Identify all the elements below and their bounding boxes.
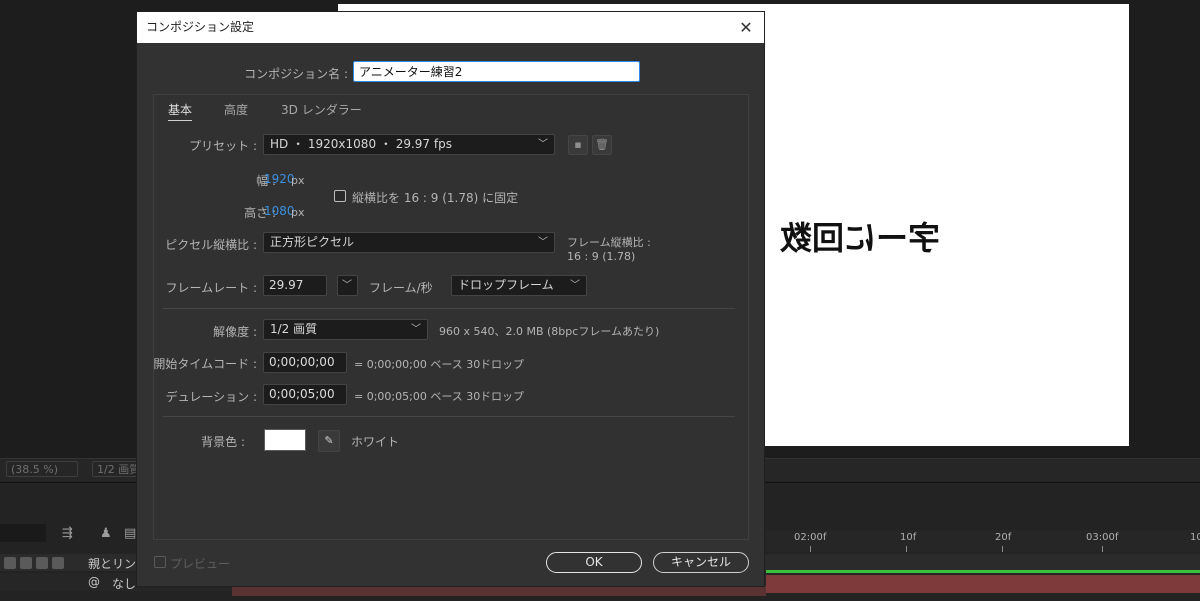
time-tick: 10 [1190,532,1200,543]
time-tick: 03:00f [1086,532,1119,543]
draft-3d-icon[interactable]: ♟ [100,526,112,541]
frame-blending-icon[interactable]: ▤ [124,526,136,541]
preset-dropdown[interactable]: HD ・ 1920x1080 ・ 29.97 fps ﹀ [263,134,555,155]
frame-aspect-label: フレーム縦横比 : [567,236,651,249]
width-unit: px [291,174,305,187]
solo-switch-icon[interactable] [36,557,48,569]
drop-frame-value: ドロップフレーム [458,278,554,292]
section-divider [163,416,735,417]
canvas-text-layer: 字ーに回数 [779,219,940,257]
start-timecode-input[interactable]: 0;00;00;00 [263,352,347,373]
time-tick: 02:00f [794,532,827,543]
bg-color-name: ホワイト [351,435,400,449]
pixel-aspect-dropdown[interactable]: 正方形ピクセル ﹀ [263,232,555,253]
lock-aspect-checkbox[interactable] [334,190,346,202]
tab-basic[interactable]: 基本 [168,101,193,121]
audio-switch-icon[interactable] [20,557,32,569]
duration-label: デュレーション : [165,390,257,404]
height-value[interactable]: 1080 [264,204,295,218]
resolution-dropdown[interactable]: 1/2 画質 ﹀ [263,319,428,340]
cancel-button[interactable]: キャンセル [653,552,749,573]
dialog-title: コンポジション設定 [146,20,255,34]
layer-duration-bar[interactable] [766,575,1200,593]
pixel-aspect-value: 正方形ピクセル [270,235,355,249]
height-unit: px [291,206,305,219]
settings-panel [153,94,749,540]
close-button[interactable]: ✕ [736,18,756,38]
frame-rate-label: フレームレート : [165,281,258,295]
lock-aspect-label: 縦横比を 16 : 9 (1.78) に固定 [352,191,519,205]
duration-drop: ドロップ [480,390,524,403]
resolution-label: 解像度 : [213,325,257,339]
time-tick: 10f [900,532,917,543]
section-divider [163,308,735,309]
save-preset-icon[interactable]: ▪ [568,135,588,155]
trash-icon[interactable]: 🗑 [592,135,612,155]
chevron-down-icon: ﹀ [570,280,580,291]
time-tick: 20f [995,532,1012,543]
start-timecode-label: 開始タイムコード : [153,357,257,371]
composition-settings-dialog: コンポジション設定 ✕ コンポジション名 : 基本 高度 3D レンダラー プリ… [136,11,765,587]
chevron-down-icon: ﹀ [411,324,421,335]
comp-name-label: コンポジション名 : [244,67,348,81]
resolution-value: 1/2 画質 [270,322,318,336]
start-timecode-drop: ドロップ [480,358,524,371]
dialog-titlebar[interactable]: コンポジション設定 ✕ [137,12,764,43]
time-ruler[interactable] [766,530,1200,552]
preset-label: プリセット : [189,139,257,153]
chevron-down-icon: ﹀ [342,280,352,291]
zoom-dropdown[interactable]: (38.5 %) [6,461,78,477]
chevron-down-icon: ﹀ [538,139,548,150]
video-switch-icon[interactable] [4,557,16,569]
bg-color-swatch[interactable] [264,429,306,451]
tick-mark [906,546,907,552]
parent-dropdown[interactable]: なし [112,575,136,592]
duration-info: = 0;00;05;00 ベース 30 [354,390,481,403]
frame-aspect-value: 16 : 9 (1.78) [567,250,636,263]
preset-value: HD ・ 1920x1080 ・ 29.97 fps [270,137,452,151]
start-timecode-info: = 0;00;00;00 ベース 30 [354,358,481,371]
pickwhip-icon[interactable]: @ [88,575,100,589]
bg-color-label: 背景色 : [201,435,245,449]
resolution-info: 960 x 540、2.0 MB (8bpcフレームあたり) [439,325,660,338]
eyedropper-icon[interactable]: ✎ [318,430,340,452]
tab-3d-renderer[interactable]: 3D レンダラー [281,101,362,118]
pixel-aspect-label: ピクセル縦横比 : [165,238,257,252]
tick-mark [1002,546,1003,552]
chevron-down-icon: ﹀ [538,237,548,248]
preview-label: プレビュー [170,557,231,571]
drop-frame-dropdown[interactable]: ドロップフレーム ﹀ [451,275,587,296]
preview-checkbox[interactable] [154,556,166,568]
viewer-resolution-dropdown[interactable]: 1/2 画質 [92,461,138,477]
tab-advanced[interactable]: 高度 [224,101,248,118]
frame-rate-unit: フレーム/秒 [369,281,433,295]
timeline-search-input[interactable] [0,524,46,542]
layer-duration-bar-left[interactable] [232,586,766,596]
frame-rate-preset-dropdown[interactable]: ﹀ [337,275,358,296]
graph-editor-icon[interactable]: ⇶ [62,526,73,541]
width-value[interactable]: 1920 [264,172,295,186]
frame-rate-input[interactable]: 29.97 [263,275,327,296]
tick-mark [1102,546,1103,552]
comp-name-input[interactable] [353,61,640,82]
ok-button[interactable]: OK [546,552,642,573]
tick-mark [810,546,811,552]
duration-input[interactable]: 0;00;05;00 [263,384,347,405]
lock-switch-icon[interactable] [52,557,64,569]
